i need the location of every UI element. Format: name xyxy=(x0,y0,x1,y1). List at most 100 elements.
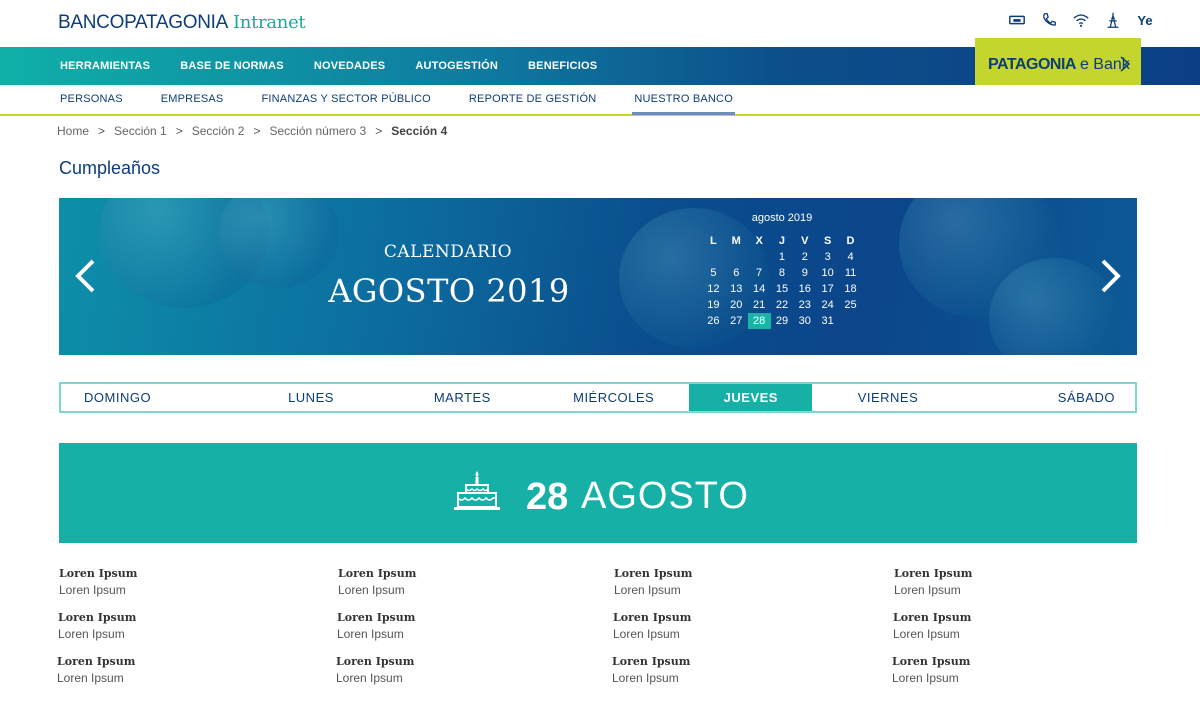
breadcrumb: Home > Sección 1 > Sección 2 > Sección n… xyxy=(57,124,447,138)
calendar-day[interactable]: 19 xyxy=(702,297,725,313)
calendar-day[interactable]: 29 xyxy=(771,313,794,329)
calendar-day[interactable]: 25 xyxy=(839,297,862,313)
list-item[interactable]: Loren Ipsum Loren Ipsum xyxy=(59,567,259,597)
list-item[interactable]: Loren Ipsum Loren Ipsum xyxy=(337,611,537,641)
list-item[interactable]: Loren Ipsum Loren Ipsum xyxy=(893,611,1093,641)
phone-icon[interactable] xyxy=(1040,11,1058,29)
calendar-day[interactable]: 15 xyxy=(771,281,794,297)
list-item[interactable]: Loren Ipsum Loren Ipsum xyxy=(894,567,1094,597)
breadcrumb-separator: > xyxy=(375,124,383,138)
list-item[interactable]: Loren Ipsum Loren Ipsum xyxy=(338,567,538,597)
next-arrow-icon[interactable] xyxy=(1099,258,1123,294)
breadcrumb-item[interactable]: Sección 1 xyxy=(114,124,167,138)
main-nav-item-herramientas[interactable]: HERRAMIENTAS xyxy=(60,60,150,72)
calendar-week-row: 5 6 7 8 9 10 11 xyxy=(702,265,862,281)
main-nav-item-autogestion[interactable]: AUTOGESTIÓN xyxy=(415,60,498,72)
calendar-day[interactable]: 8 xyxy=(771,265,794,281)
ye-label: Ye xyxy=(1137,12,1153,28)
weekday-tabs: DOMINGO LUNES MARTES MIÉRCOLES JUEVES VI… xyxy=(59,382,1137,413)
list-item[interactable]: Loren Ipsum Loren Ipsum xyxy=(613,611,813,641)
tab-domingo[interactable]: DOMINGO xyxy=(61,384,235,411)
calendar-day[interactable]: 13 xyxy=(725,281,748,297)
calendar-day[interactable]: 16 xyxy=(793,281,816,297)
tab-sabado[interactable]: SÁBADO xyxy=(964,384,1135,411)
person-role: Loren Ipsum xyxy=(614,583,681,597)
calendar-day[interactable]: 23 xyxy=(793,297,816,313)
main-nav-item-beneficios[interactable]: BENEFICIOS xyxy=(528,60,597,72)
calendar-day[interactable]: 9 xyxy=(793,265,816,281)
calendar-banner: CALENDARIO AGOSTO 2019 agosto 2019 L M X… xyxy=(59,198,1137,355)
breadcrumb-current: Sección 4 xyxy=(391,124,448,138)
calendar-week-row: 19 20 21 22 23 24 25 xyxy=(702,297,862,313)
cake-icon xyxy=(454,471,500,510)
ebank-button[interactable]: PATAGONIA e Bank xyxy=(975,38,1141,91)
sub-nav-item-finanzas[interactable]: FINANZAS Y SECTOR PÚBLICO xyxy=(261,85,430,114)
calendar-day[interactable]: 12 xyxy=(702,281,725,297)
tab-miercoles[interactable]: MIÉRCOLES xyxy=(538,384,689,411)
calendar-day[interactable]: 14 xyxy=(748,281,771,297)
person-role: Loren Ipsum xyxy=(893,627,960,641)
tab-martes[interactable]: MARTES xyxy=(387,384,538,411)
person-role: Loren Ipsum xyxy=(612,671,679,685)
sub-nav-item-reporte[interactable]: REPORTE DE GESTIÓN xyxy=(469,85,596,114)
calendar-day[interactable]: 6 xyxy=(725,265,748,281)
mini-calendar: agosto 2019 L M X J V S D 1 2 3 4 5 6 7 8 9 10 11 1… xyxy=(702,212,862,329)
page-title: Cumpleaños xyxy=(59,158,161,178)
calendar-day[interactable]: 22 xyxy=(771,297,794,313)
atm-icon[interactable] xyxy=(1008,11,1026,29)
calendar-day[interactable]: 5 xyxy=(702,265,725,281)
calendar-day[interactable]: 4 xyxy=(839,249,862,265)
calendar-day[interactable]: 11 xyxy=(839,265,862,281)
list-item[interactable]: Loren Ipsum Loren Ipsum xyxy=(614,567,814,597)
calendar-day[interactable]: 17 xyxy=(816,281,839,297)
weekday-header: J xyxy=(778,234,786,247)
tab-lunes[interactable]: LUNES xyxy=(235,384,386,411)
list-item[interactable]: Loren Ipsum Loren Ipsum xyxy=(892,655,1092,685)
tower-icon[interactable] xyxy=(1104,11,1122,29)
calendar-day[interactable]: 3 xyxy=(816,249,839,265)
calendar-day[interactable]: 21 xyxy=(748,297,771,313)
wifi-icon[interactable] xyxy=(1072,11,1090,29)
top-icons: Ye xyxy=(1008,11,1154,29)
breadcrumb-item[interactable]: Sección número 3 xyxy=(269,124,366,138)
list-item[interactable]: Loren Ipsum Loren Ipsum xyxy=(58,611,258,641)
calendar-label: CALENDARIO xyxy=(383,242,513,262)
calendar-day[interactable]: 20 xyxy=(725,297,748,313)
breadcrumb-separator: > xyxy=(253,124,261,138)
person-role: Loren Ipsum xyxy=(613,627,680,641)
list-item[interactable]: Loren Ipsum Loren Ipsum xyxy=(57,655,257,685)
calendar-day[interactable]: 7 xyxy=(748,265,771,281)
breadcrumb-item[interactable]: Sección 2 xyxy=(192,124,245,138)
calendar-day[interactable]: 18 xyxy=(839,281,862,297)
logo[interactable]: BANCOPATAGONIA Intranet xyxy=(58,12,306,34)
person-name: Loren Ipsum xyxy=(892,655,971,668)
previous-arrow-icon[interactable] xyxy=(73,258,97,294)
sub-nav-item-nuestro-banco[interactable]: NUESTRO BANCO xyxy=(632,85,735,115)
calendar-day[interactable]: 30 xyxy=(793,313,816,329)
calendar-day[interactable]: 24 xyxy=(816,297,839,313)
person-name: Loren Ipsum xyxy=(336,655,415,668)
calendar-day[interactable]: 2 xyxy=(793,249,816,265)
main-nav-item-novedades[interactable]: NOVEDADES xyxy=(314,60,385,72)
breadcrumb-separator: > xyxy=(98,124,106,138)
calendar-day[interactable]: 1 xyxy=(771,249,794,265)
breadcrumb-item[interactable]: Home xyxy=(57,124,89,138)
sub-nav-item-empresas[interactable]: EMPRESAS xyxy=(161,85,224,114)
list-item[interactable]: Loren Ipsum Loren Ipsum xyxy=(336,655,536,685)
person-name: Loren Ipsum xyxy=(58,611,137,624)
calendar-day[interactable]: 28 xyxy=(747,313,771,329)
calendar-day[interactable]: 27 xyxy=(725,313,748,329)
calendar-day[interactable]: 26 xyxy=(702,313,725,329)
sub-nav: PERSONAS EMPRESAS FINANZAS Y SECTOR PÚBL… xyxy=(0,85,1200,116)
list-item[interactable]: Loren Ipsum Loren Ipsum xyxy=(612,655,812,685)
tab-jueves[interactable]: JUEVES xyxy=(689,384,813,411)
calendar-day[interactable]: 31 xyxy=(816,313,839,329)
tab-viernes[interactable]: VIERNES xyxy=(812,384,963,411)
main-nav-item-base-de-normas[interactable]: BASE DE NORMAS xyxy=(180,60,284,72)
ye-icon[interactable]: Ye xyxy=(1136,11,1154,29)
sub-nav-item-personas[interactable]: PERSONAS xyxy=(60,85,123,114)
calendar-week-row: 12 13 14 15 16 17 18 xyxy=(702,281,862,297)
calendar-empty-cell xyxy=(748,249,771,265)
calendar-day[interactable]: 10 xyxy=(816,265,839,281)
person-name: Loren Ipsum xyxy=(894,567,973,580)
